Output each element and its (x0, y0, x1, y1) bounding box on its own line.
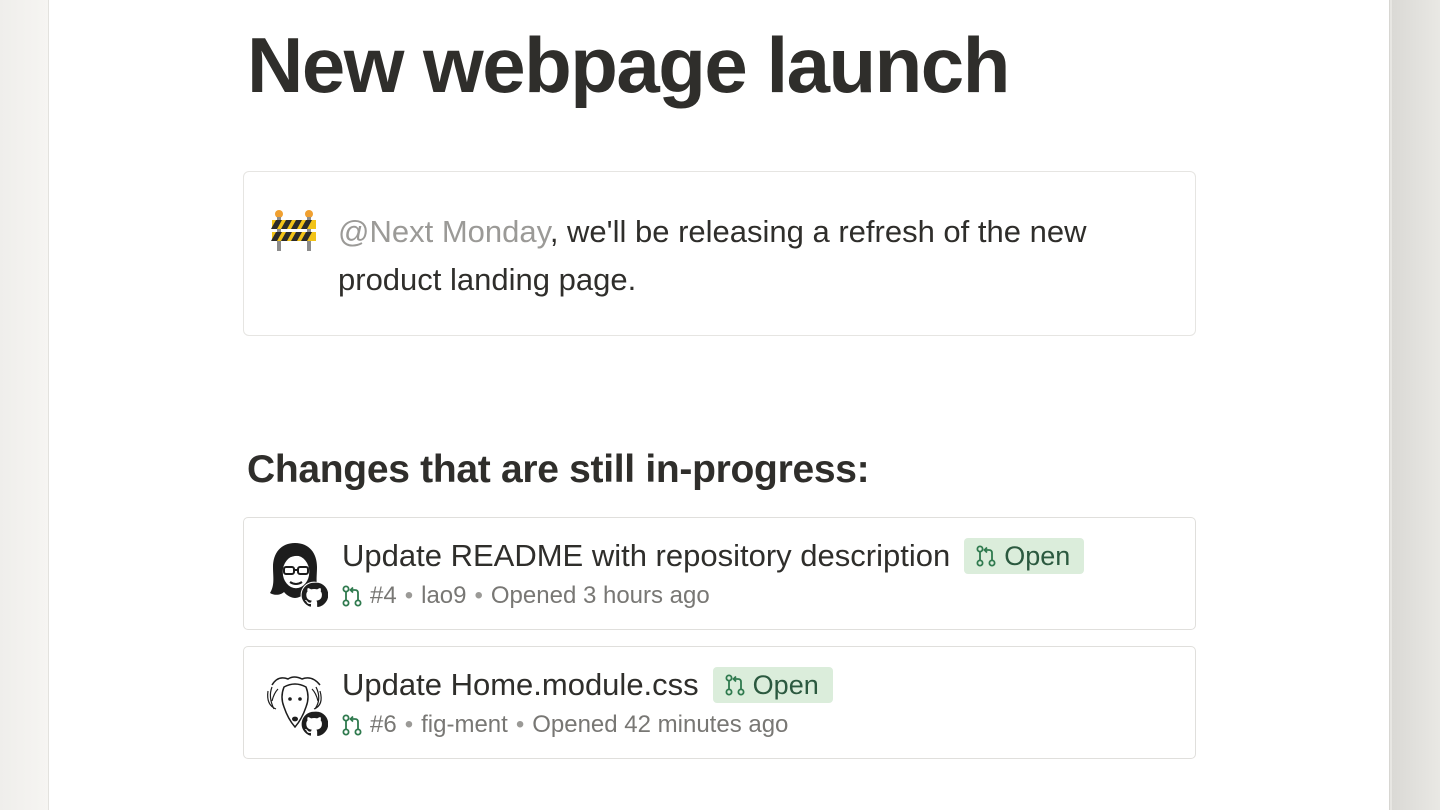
meta-separator: • (404, 582, 414, 609)
meta-separator: • (404, 711, 414, 738)
github-icon (300, 581, 328, 609)
callout-text[interactable]: @Next Monday, we'll be releasing a refre… (338, 208, 1168, 304)
pr-meta: #4 • lao9 • Opened 3 hours ago (342, 582, 710, 610)
pull-request-icon (976, 545, 996, 567)
status-badge: Open (964, 538, 1085, 574)
meta-separator: • (474, 582, 483, 609)
date-mention[interactable]: @Next Monday (338, 214, 550, 249)
pr-title[interactable]: Update README with repository descriptio… (342, 534, 950, 578)
construction-barrier-icon (271, 210, 316, 251)
window-background-left (0, 0, 48, 810)
pr-author: fig-ment (421, 711, 508, 738)
pr-author: lao9 (421, 582, 467, 609)
window-background-right (1392, 0, 1440, 810)
page-content: New webpage launch @Next Monday, we'll b… (48, 0, 1390, 810)
status-badge: Open (712, 667, 833, 703)
pr-number: #6 (370, 711, 397, 738)
github-icon (300, 710, 328, 738)
pr-meta: #6 • fig-ment • Opened 42 minutes ago (342, 711, 788, 739)
pull-request-icon (342, 585, 362, 607)
pr-opened-time: Opened 3 hours ago (490, 582, 710, 609)
meta-separator: • (515, 711, 525, 738)
pr-number: #4 (370, 582, 397, 609)
pr-title[interactable]: Update Home.module.css (342, 663, 699, 707)
status-label: Open (1004, 540, 1071, 571)
pull-request-card[interactable]: Update Home.module.css Open #6 • fig-men… (243, 646, 1196, 759)
callout-block[interactable]: @Next Monday, we'll be releasing a refre… (243, 171, 1196, 336)
status-label: Open (752, 669, 819, 700)
page-title[interactable]: New webpage launch (247, 20, 1010, 111)
section-heading[interactable]: Changes that are still in-progress: (247, 448, 870, 492)
pull-request-icon (725, 674, 745, 696)
pr-opened-time: Opened 42 minutes ago (532, 711, 789, 738)
pull-request-icon (342, 714, 362, 736)
pr-title-row: Update Home.module.css Open (342, 663, 833, 707)
pull-request-card[interactable]: Update README with repository descriptio… (243, 517, 1196, 630)
pr-title-row: Update README with repository descriptio… (342, 534, 1085, 578)
